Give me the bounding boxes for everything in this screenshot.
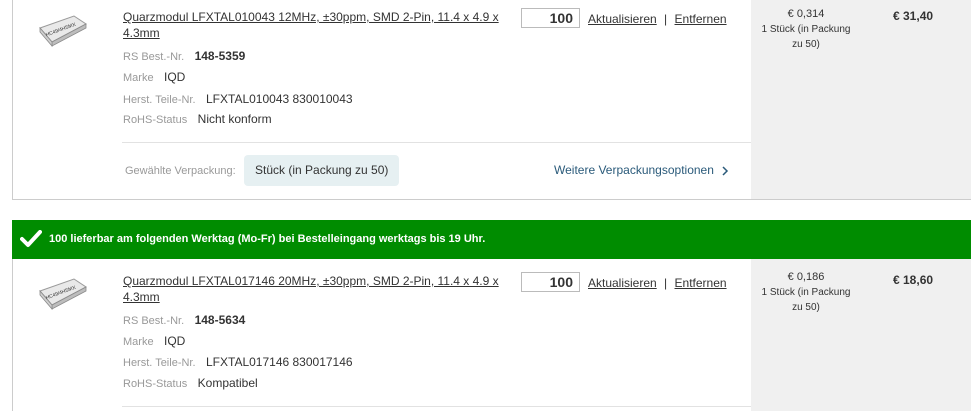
brand-value-1: IQD bbox=[164, 70, 186, 84]
rohs-row-1: RoHS-Status Nicht konform bbox=[123, 110, 272, 128]
actions-separator-1: | bbox=[664, 12, 668, 26]
update-link-2[interactable]: Aktualisieren bbox=[588, 276, 657, 290]
unit-price-1: € 0,314 bbox=[787, 8, 825, 20]
unit-note-2: 1 Stück (in Packung zu 50) bbox=[761, 287, 851, 313]
actions-separator-2: | bbox=[664, 276, 668, 290]
rohs-value-2: Kompatibel bbox=[197, 376, 258, 390]
unit-price-block-2: € 0,186 1 Stück (in Packung zu 50) bbox=[756, 270, 856, 315]
brand-value-2: IQD bbox=[164, 334, 186, 348]
quantity-input-2[interactable] bbox=[521, 272, 580, 292]
product-title-link-1[interactable]: Quarzmodul LFXTAL010043 12MHz, ±30ppm, S… bbox=[123, 9, 508, 41]
brand-label-2: Marke bbox=[123, 336, 154, 348]
rohs-row-2: RoHS-Status Kompatibel bbox=[123, 374, 258, 392]
unit-price-2: € 0,186 bbox=[787, 271, 825, 283]
rohs-value-1: Nicht konform bbox=[197, 112, 272, 126]
more-packaging-link-1[interactable]: Weitere Verpackungsoptionen bbox=[554, 163, 729, 177]
remove-link-2[interactable]: Entfernen bbox=[675, 276, 727, 290]
availability-banner: 100 lieferbar am folgenden Werktag (Mo-F… bbox=[12, 220, 971, 259]
remove-link-1[interactable]: Entfernen bbox=[675, 12, 727, 26]
more-packaging-label-1: Weitere Verpackungsoptionen bbox=[554, 163, 714, 177]
rs-number-label-1: RS Best.-Nr. bbox=[123, 51, 185, 63]
line-total-1: € 31,40 bbox=[893, 9, 934, 23]
availability-text: 100 lieferbar am folgenden Werktag (Mo-F… bbox=[49, 233, 486, 245]
mfr-part-label-1: Herst. Teile-Nr. bbox=[123, 94, 196, 106]
unit-price-block-1: € 0,314 1 Stück (in Packung zu 50) bbox=[756, 7, 856, 52]
chevron-right-icon bbox=[722, 166, 729, 176]
brand-label-1: Marke bbox=[123, 72, 154, 84]
mfr-part-row-2: Herst. Teile-Nr. LFXTAL017146 830017146 bbox=[123, 353, 353, 371]
mfr-part-label-2: Herst. Teile-Nr. bbox=[123, 357, 196, 369]
mfr-part-value-2: LFXTAL017146 830017146 bbox=[206, 355, 353, 369]
item-divider-2 bbox=[122, 406, 751, 407]
brand-row-2: Marke IQD bbox=[123, 332, 185, 350]
rs-number-row-2: RS Best.-Nr. 148-5634 bbox=[123, 311, 245, 329]
rs-number-value-1: 148-5359 bbox=[194, 49, 246, 63]
mfr-part-value-1: LFXTAL010043 830010043 bbox=[206, 92, 353, 106]
item-divider-1 bbox=[122, 142, 751, 143]
packaging-label-1: Gewählte Verpackung: bbox=[125, 165, 236, 177]
rs-number-row-1: RS Best.-Nr. 148-5359 bbox=[123, 47, 245, 65]
update-link-1[interactable]: Aktualisieren bbox=[588, 12, 657, 26]
rs-number-label-2: RS Best.-Nr. bbox=[123, 315, 185, 327]
rohs-label-2: RoHS-Status bbox=[123, 378, 188, 390]
checkmark-icon bbox=[20, 230, 42, 247]
item-actions-1: Aktualisieren | Entfernen bbox=[588, 12, 727, 26]
brand-row-1: Marke IQD bbox=[123, 68, 185, 86]
packaging-chip-1[interactable]: Stück (in Packung zu 50) bbox=[244, 155, 400, 186]
rohs-label-1: RoHS-Status bbox=[123, 114, 188, 126]
unit-note-1: 1 Stück (in Packung zu 50) bbox=[761, 24, 851, 50]
product-title-link-2[interactable]: Quarzmodul LFXTAL017146 20MHz, ±30ppm, S… bbox=[123, 273, 508, 305]
line-total-2: € 18,60 bbox=[893, 273, 934, 287]
item-actions-2: Aktualisieren | Entfernen bbox=[588, 276, 727, 290]
rs-number-value-2: 148-5634 bbox=[194, 313, 246, 327]
quantity-input-1[interactable] bbox=[521, 8, 580, 28]
product-thumbnail-1[interactable]: HC49/4HSMX bbox=[36, 12, 88, 48]
product-thumbnail-2[interactable]: HC49/4HSMX bbox=[36, 275, 88, 311]
mfr-part-row-1: Herst. Teile-Nr. LFXTAL010043 830010043 bbox=[123, 90, 353, 108]
